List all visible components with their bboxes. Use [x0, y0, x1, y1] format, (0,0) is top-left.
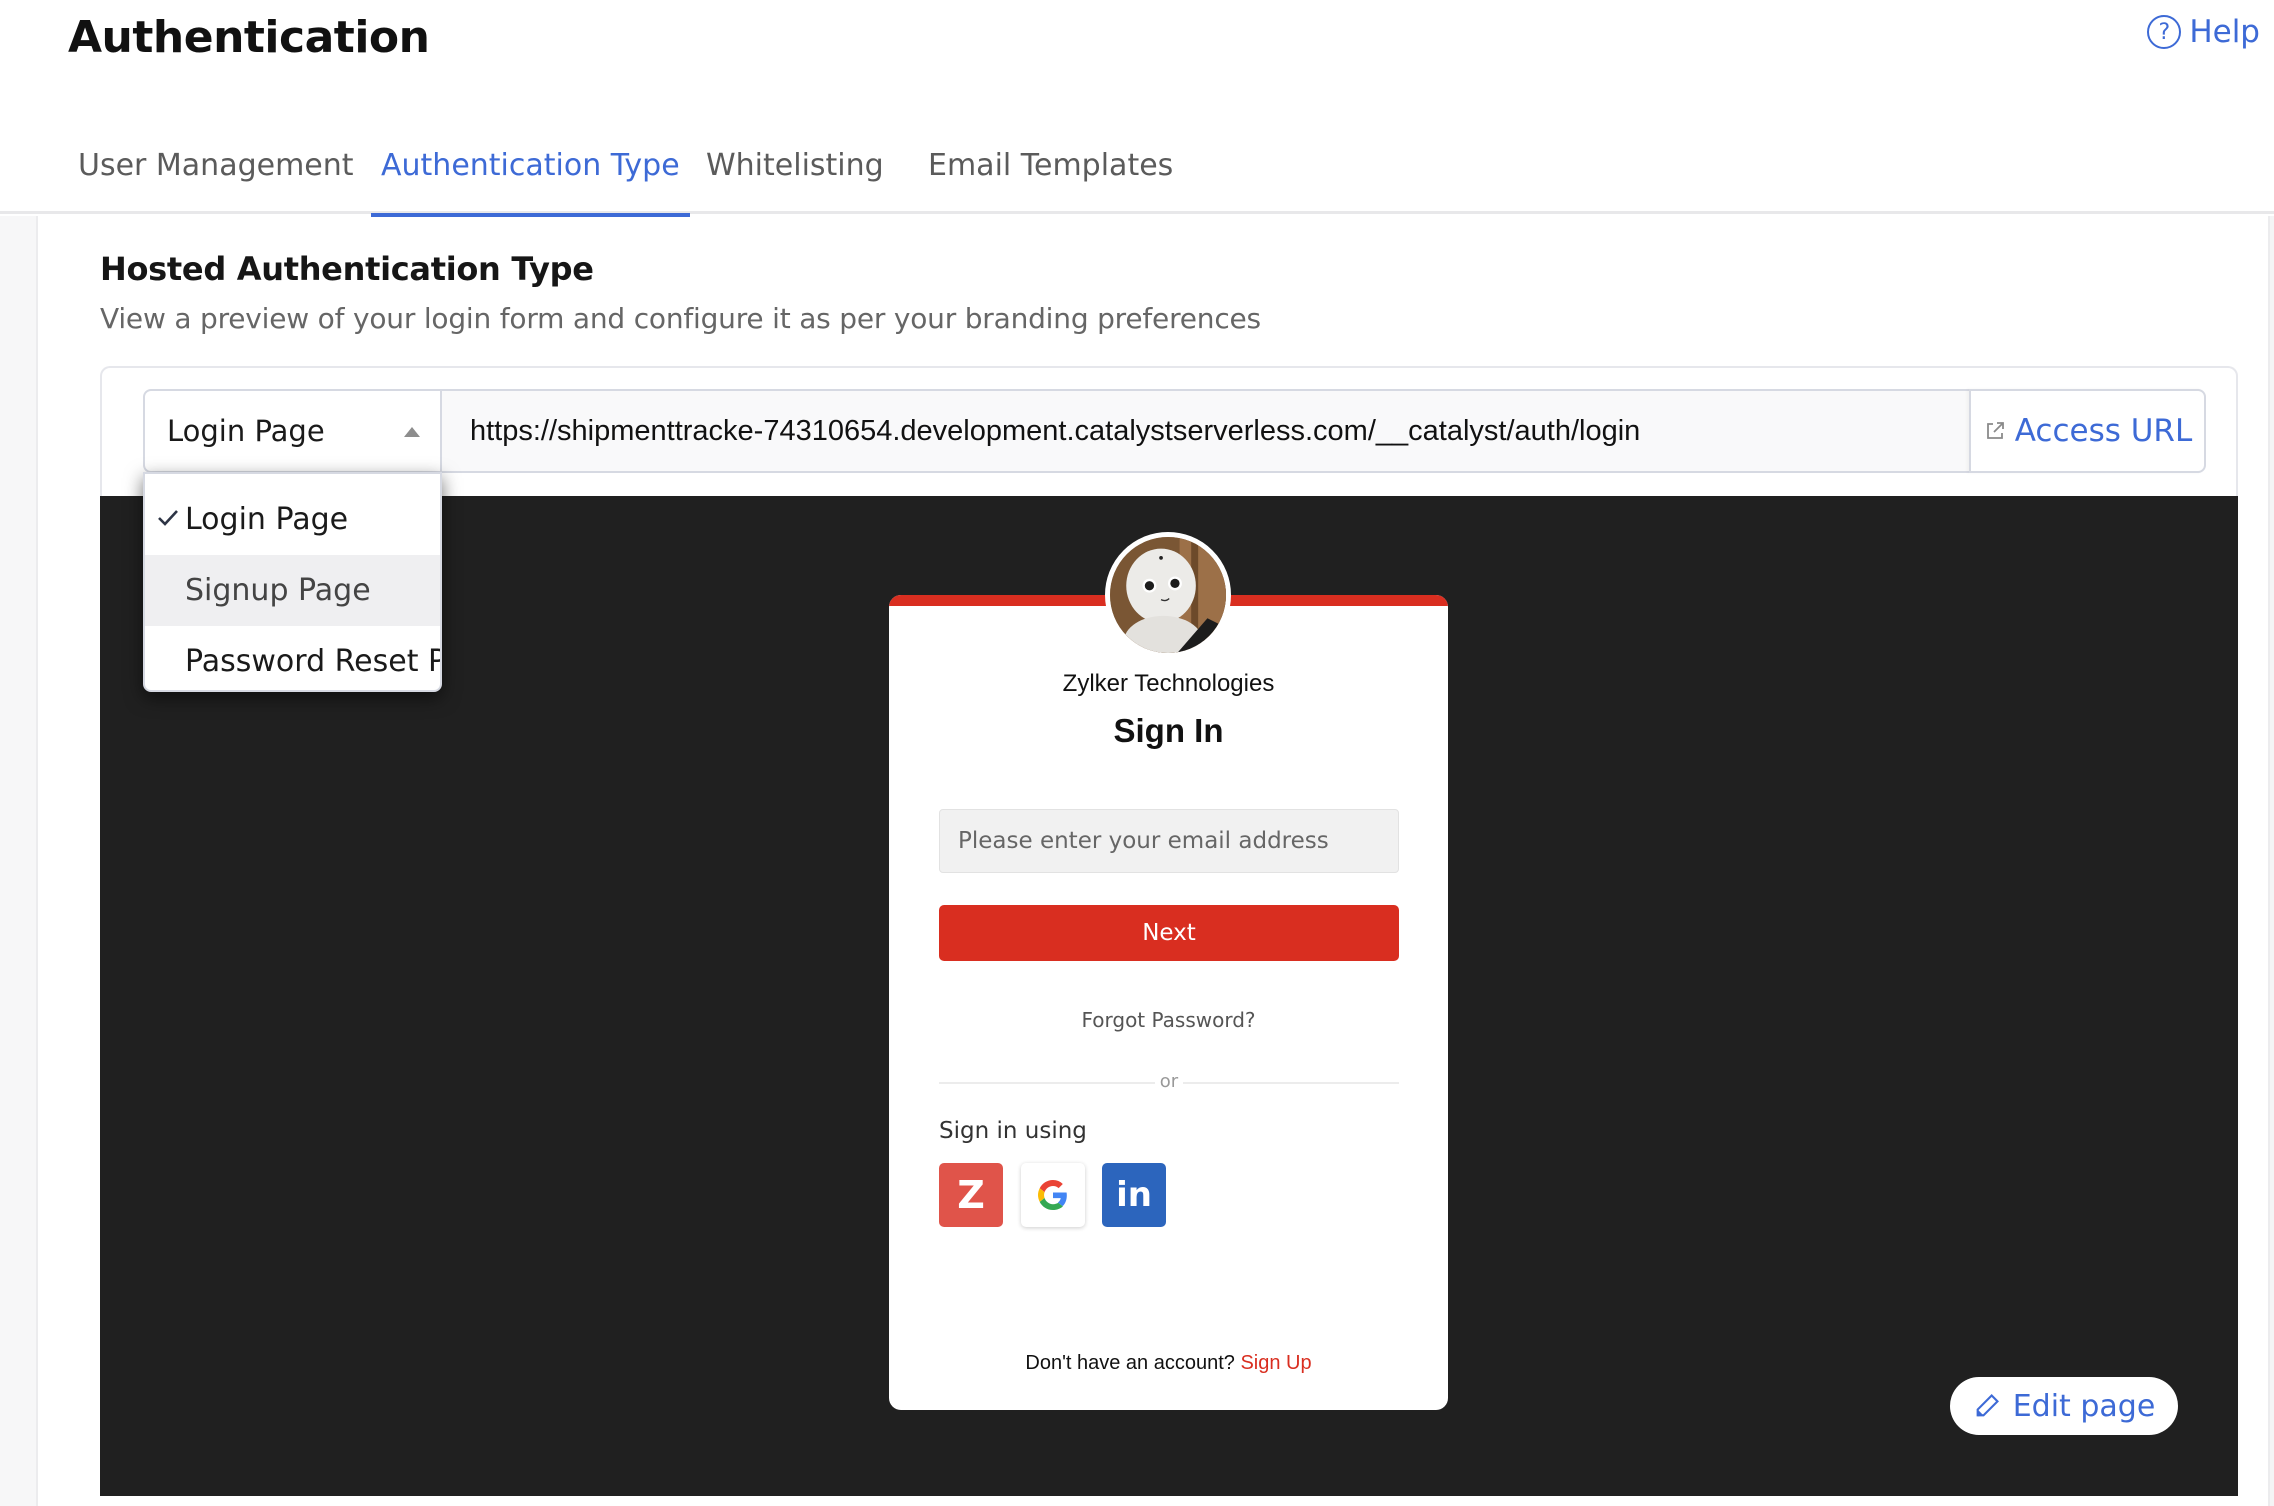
option-label: Login Page [185, 502, 349, 537]
google-signin-button[interactable] [1021, 1163, 1085, 1227]
section-description: View a preview of your login form and co… [100, 302, 1261, 335]
robot-image-icon [1110, 537, 1226, 653]
org-name: Zylker Technologies [1062, 670, 1275, 697]
forgot-password-link[interactable]: Forgot Password? [889, 1008, 1448, 1032]
url-text: https://shipmenttracke-74310654.developm… [470, 414, 1641, 447]
linkedin-icon: in [1116, 1175, 1152, 1215]
linkedin-signin-button[interactable]: in [1102, 1163, 1166, 1227]
signin-using-label: Sign in using [939, 1118, 1087, 1144]
next-button[interactable]: Next [939, 905, 1399, 961]
tab-bar: User Management Authentication Type Whit… [0, 140, 2274, 217]
tab-user-management[interactable]: User Management [78, 148, 354, 214]
url-field[interactable]: https://shipmenttracke-74310654.developm… [440, 389, 1972, 473]
signup-prompt: Don't have an account? Sign Up [889, 1352, 1448, 1375]
access-url-button[interactable]: Access URL [1969, 389, 2206, 473]
option-label: Password Reset P... [185, 644, 440, 679]
tab-email-templates[interactable]: Email Templates [928, 148, 1173, 214]
dropdown-option-password-reset-page[interactable]: Password Reset P... [145, 626, 440, 697]
option-label: Signup Page [185, 573, 371, 608]
caret-up-icon [404, 427, 420, 437]
scrollbar-track[interactable] [2268, 216, 2274, 1506]
help-link[interactable]: ? Help [2147, 14, 2260, 50]
no-account-text: Don't have an account? [1025, 1352, 1235, 1374]
page-type-select[interactable]: Login Page [143, 389, 442, 473]
page-title: Authentication [68, 12, 430, 63]
tab-whitelisting[interactable]: Whitelisting [706, 148, 884, 214]
google-icon [1038, 1180, 1067, 1210]
checkmark-icon [158, 510, 178, 526]
email-input[interactable] [939, 809, 1399, 873]
signin-title: Sign In [1113, 712, 1224, 749]
pencil-icon [1976, 1394, 1999, 1417]
dropdown-option-signup-page[interactable]: Signup Page [145, 555, 440, 626]
org-logo-avatar [1105, 532, 1231, 658]
edit-page-button[interactable]: Edit page [1950, 1377, 2178, 1435]
page-type-dropdown-menu: Login Page Signup Page Password Reset P.… [143, 472, 442, 692]
zoho-signin-button[interactable]: Z [939, 1163, 1003, 1227]
section-title: Hosted Authentication Type [100, 250, 594, 288]
external-link-icon [1986, 422, 2004, 439]
tab-authentication-type[interactable]: Authentication Type [371, 148, 690, 217]
edit-page-label: Edit page [2012, 1388, 2156, 1424]
divider-or-label: or [1155, 1071, 1183, 1092]
dropdown-option-login-page[interactable]: Login Page [145, 484, 440, 555]
help-label: Help [2189, 14, 2260, 50]
left-gutter [0, 216, 38, 1506]
signup-link[interactable]: Sign Up [1240, 1352, 1311, 1374]
select-value: Login Page [167, 414, 325, 448]
access-url-label: Access URL [2014, 413, 2193, 449]
question-circle-icon: ? [2147, 15, 2182, 49]
zoho-icon: Z [957, 1173, 985, 1217]
